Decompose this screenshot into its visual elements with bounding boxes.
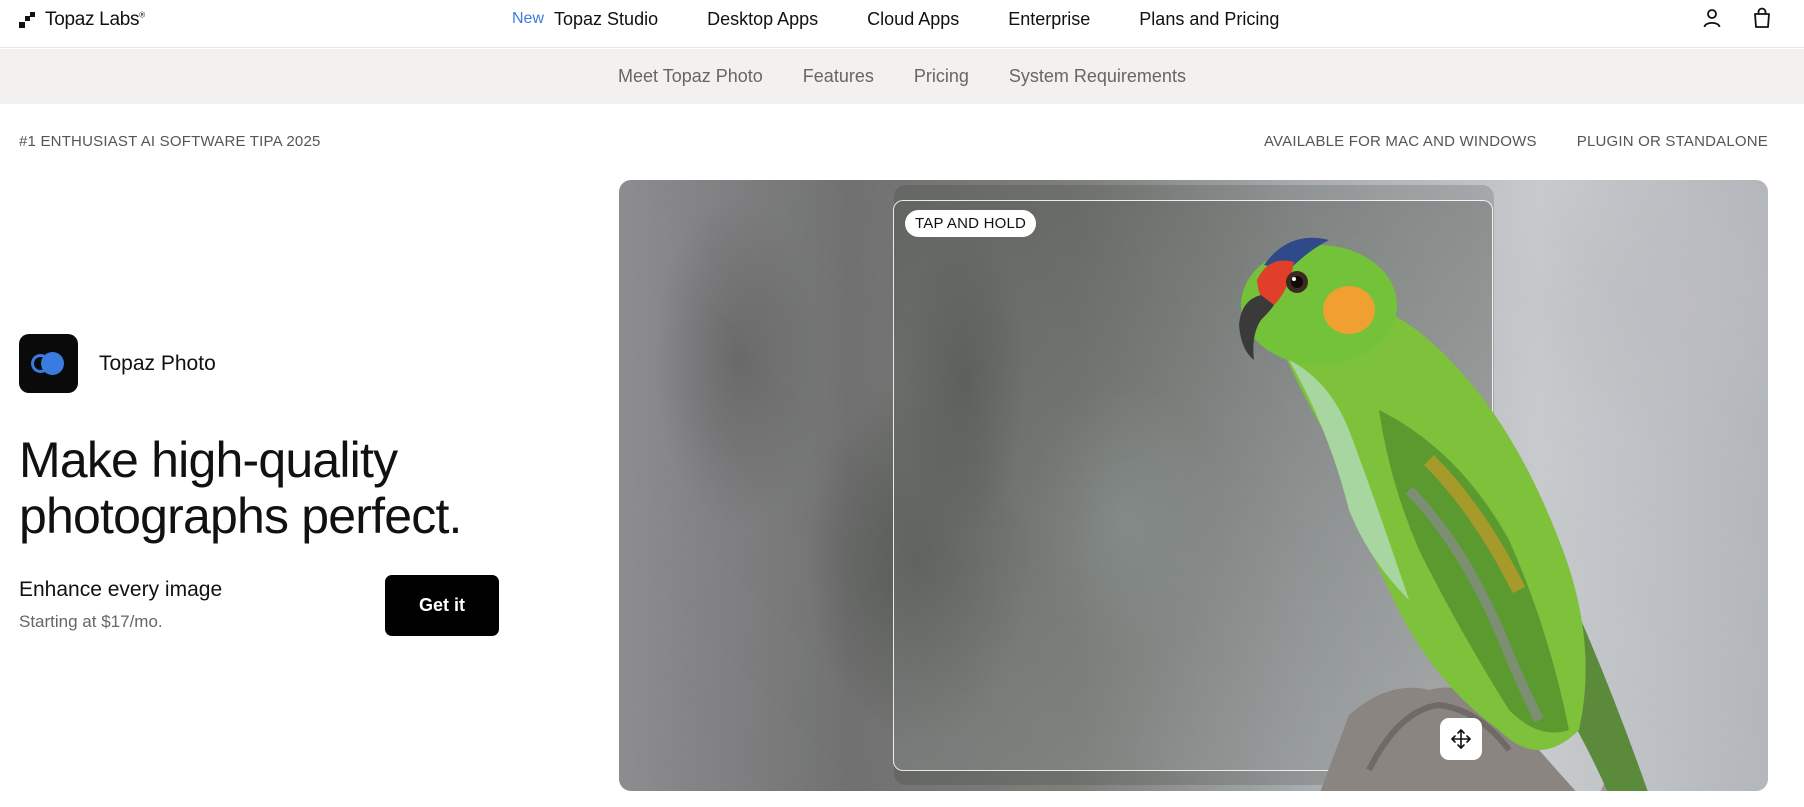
user-icon[interactable] (1700, 6, 1724, 30)
hero-subtitle: Enhance every image (19, 578, 223, 601)
hero-headline: Make high-quality photographs perfect. (19, 432, 579, 544)
move-arrows-icon[interactable] (1440, 718, 1482, 760)
get-it-button[interactable]: Get it (385, 575, 499, 636)
product-subnav: Meet Topaz Photo Features Pricing System… (0, 49, 1804, 104)
tap-and-hold-label: TAP AND HOLD (905, 210, 1037, 237)
headline-line-2: photographs perfect. (19, 488, 462, 544)
subnav-pricing[interactable]: Pricing (914, 66, 969, 87)
price-note: Starting at $17/mo. (19, 612, 163, 631)
before-after-photo[interactable]: TAP AND HOLD (619, 180, 1768, 791)
shopping-bag-icon[interactable] (1750, 6, 1774, 30)
nav-desktop-apps[interactable]: Desktop Apps (707, 9, 818, 30)
plugin-tag: PLUGIN OR STANDALONE (1576, 133, 1768, 150)
top-nav: Topaz Labs® New Topaz Studio Desktop App… (0, 0, 1804, 48)
topaz-labs-logo[interactable]: Topaz Labs® (19, 9, 145, 31)
new-badge: New (512, 10, 545, 27)
subnav-system-requirements[interactable]: System Requirements (1009, 66, 1186, 87)
parrot-image (1239, 237, 1648, 791)
topaz-photo-app-icon (19, 334, 78, 393)
platform-tags: AVAILABLE FOR MAC AND WINDOWS PLUGIN OR … (1264, 133, 1768, 150)
award-tag: #1 ENTHUSIAST AI SOFTWARE TIPA 2025 (19, 133, 321, 150)
app-name: Topaz Photo (99, 351, 216, 375)
nav-plans-and-pricing[interactable]: Plans and Pricing (1139, 9, 1279, 30)
headline-line-1: Make high-quality (19, 432, 398, 488)
platform-tag: AVAILABLE FOR MAC AND WINDOWS (1263, 133, 1537, 150)
subnav-meet-topaz-photo[interactable]: Meet Topaz Photo (618, 66, 763, 87)
nav-topaz-studio[interactable]: Topaz Studio (554, 9, 658, 30)
main-nav: New Topaz Studio Desktop Apps Cloud Apps… (512, 8, 1279, 30)
nav-cloud-apps[interactable]: Cloud Apps (867, 9, 959, 30)
logo-text: Topaz Labs® (45, 9, 145, 30)
header-actions (1700, 6, 1774, 30)
subnav-features[interactable]: Features (803, 66, 874, 87)
app-badge: Topaz Photo (19, 334, 216, 393)
logo-mark-icon (19, 12, 37, 28)
nav-enterprise[interactable]: Enterprise (1008, 9, 1090, 30)
